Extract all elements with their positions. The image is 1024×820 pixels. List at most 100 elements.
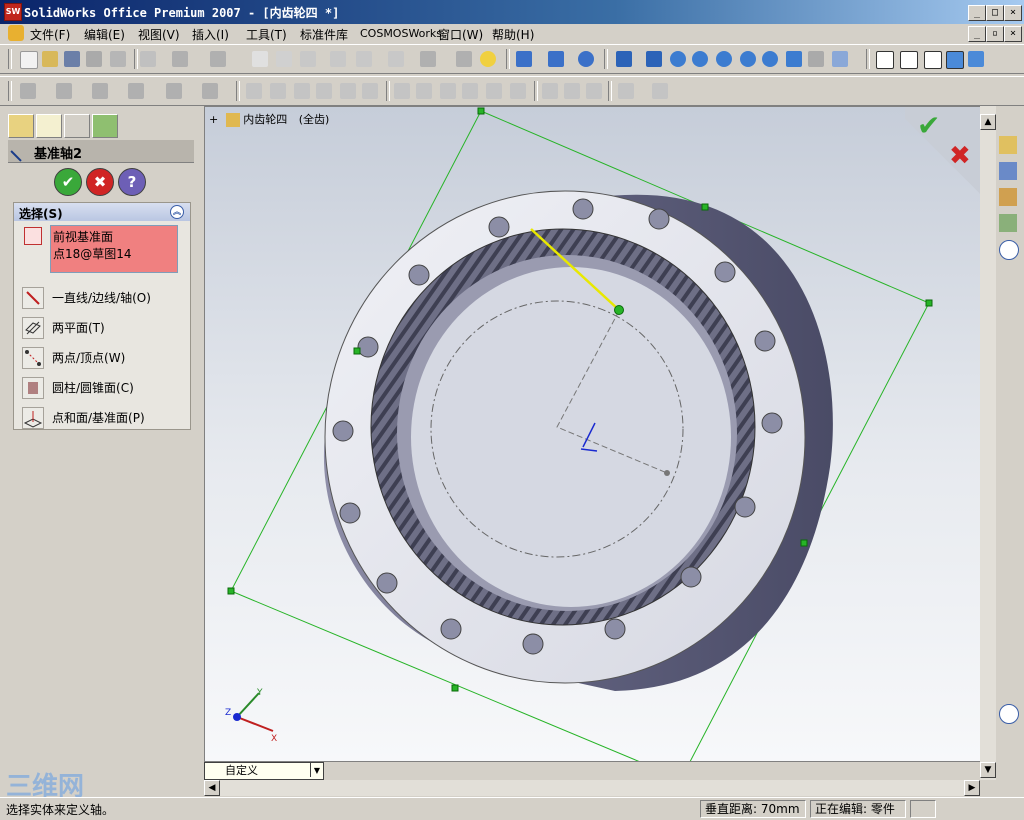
standard-views-icon[interactable] <box>832 51 848 67</box>
menu-help[interactable]: 帮助(H) <box>492 26 534 43</box>
smart-dimension-icon[interactable] <box>56 83 72 99</box>
zoom-to-selection-icon[interactable] <box>740 51 756 67</box>
pan-icon[interactable] <box>786 51 802 67</box>
menu-tools[interactable]: 工具(T) <box>246 26 287 43</box>
selection-item[interactable]: 前视基准面 <box>53 228 175 245</box>
option-point-face[interactable]: 点和面/基准面(P) <box>22 405 188 429</box>
collapse-pane-icon[interactable] <box>999 704 1019 724</box>
view-orientation-icon[interactable] <box>616 51 632 67</box>
selected-sketch-point[interactable] <box>614 305 624 315</box>
cut-extrude-icon[interactable] <box>270 83 286 99</box>
print-icon[interactable] <box>86 51 102 67</box>
doc-close-button[interactable]: × <box>1004 26 1022 42</box>
scroll-down-icon[interactable]: ▼ <box>980 762 996 778</box>
new-icon[interactable] <box>20 51 38 69</box>
revolve-icon[interactable] <box>128 83 144 99</box>
menu-view[interactable]: 视图(V) <box>138 26 180 43</box>
design-library-icon[interactable] <box>999 162 1017 180</box>
sweep-icon[interactable] <box>294 83 310 99</box>
mirror-icon[interactable] <box>510 83 526 99</box>
expand-pane-icon[interactable] <box>999 240 1019 260</box>
section-properties-icon[interactable] <box>578 51 594 67</box>
shaded-icon[interactable] <box>968 51 984 67</box>
cut-icon[interactable] <box>140 51 156 67</box>
menu-file[interactable]: 文件(F) <box>30 26 70 43</box>
move-copy-icon[interactable] <box>618 83 634 99</box>
sketch-icon[interactable] <box>20 83 36 99</box>
toolbox-icon[interactable] <box>388 51 404 67</box>
chamfer-icon[interactable] <box>362 83 378 99</box>
scroll-up-icon[interactable]: ▲ <box>980 114 996 130</box>
option-cylinder-cone[interactable]: 圆柱/圆锥面(C) <box>22 375 188 399</box>
save-icon[interactable] <box>64 51 80 67</box>
cancel-button[interactable]: ✖ <box>86 168 114 196</box>
assembly-icon[interactable] <box>456 51 472 67</box>
rebuild-icon[interactable] <box>300 51 316 67</box>
option-two-planes[interactable]: 两平面(T) <box>22 315 188 339</box>
selections-group-header[interactable]: 选择(S) ︽ <box>14 203 190 221</box>
open-icon[interactable] <box>42 51 58 67</box>
hidden-lines-visible-icon[interactable] <box>900 51 918 69</box>
scroll-left-icon[interactable]: ◀ <box>204 780 220 796</box>
panel-splitter[interactable] <box>196 430 202 450</box>
option-two-points[interactable]: 两点/顶点(W) <box>22 345 188 369</box>
graphics-area[interactable]: + 内齿轮四 (全齿) ✔ ✖ Y X Z <box>204 106 982 762</box>
hole-icon[interactable] <box>462 83 478 99</box>
sketch-point[interactable] <box>664 470 670 476</box>
view-orientation-dropdown[interactable]: 自定义 ▼ <box>204 762 324 780</box>
shaded-with-edges-icon[interactable] <box>946 51 964 69</box>
selection-item[interactable]: 点18@草图14 <box>53 245 175 262</box>
select-arrow-icon[interactable] <box>252 51 268 67</box>
rib-icon[interactable] <box>440 83 456 99</box>
redo-icon[interactable] <box>210 51 226 67</box>
rotate-icon[interactable] <box>762 51 778 67</box>
zoom-to-fit-icon[interactable] <box>670 51 686 67</box>
extrude-icon[interactable] <box>92 83 108 99</box>
menu-cosmosworks[interactable]: COSMOSWorks <box>360 27 442 40</box>
dome-icon[interactable] <box>486 83 502 99</box>
property-manager-tab[interactable] <box>36 114 62 138</box>
close-button[interactable]: × <box>1004 5 1022 21</box>
zoom-icon[interactable] <box>808 51 824 67</box>
confirm-cancel-icon[interactable]: ✖ <box>949 141 971 171</box>
ok-button[interactable]: ✔ <box>54 168 82 196</box>
menu-insert[interactable]: 插入(I) <box>192 26 229 43</box>
document-icon[interactable] <box>8 25 24 41</box>
help-button[interactable]: ? <box>118 168 146 196</box>
configuration-manager-tab[interactable] <box>64 114 90 138</box>
shell-icon[interactable] <box>394 83 410 99</box>
undo-icon[interactable] <box>172 51 188 67</box>
horizontal-scrollbar[interactable]: ◀ ▶ <box>204 780 980 796</box>
scroll-right-icon[interactable]: ▶ <box>964 780 980 796</box>
collapse-icon[interactable]: ︽ <box>170 205 184 219</box>
doc-minimize-button[interactable]: _ <box>968 26 986 42</box>
options-icon[interactable] <box>330 51 346 67</box>
print-preview-icon[interactable] <box>110 51 126 67</box>
mass-properties-icon[interactable] <box>548 51 564 67</box>
part-icon[interactable] <box>420 51 436 67</box>
wireframe-icon[interactable] <box>876 51 894 69</box>
file-explorer-icon[interactable] <box>999 188 1017 206</box>
draft-icon[interactable] <box>416 83 432 99</box>
selection-list[interactable]: 前视基准面 点18@草图14 <box>50 225 178 273</box>
reference-geometry-icon[interactable] <box>166 83 182 99</box>
cosmos-manager-tab[interactable] <box>92 114 118 138</box>
curve-pattern-icon[interactable] <box>586 83 602 99</box>
zoom-in-out-icon[interactable] <box>716 51 732 67</box>
minimize-button[interactable]: _ <box>968 5 986 21</box>
circular-pattern-icon[interactable] <box>564 83 580 99</box>
dropdown-arrow-icon[interactable]: ▼ <box>310 763 323 777</box>
layout-icon[interactable] <box>356 51 372 67</box>
linear-pattern-icon[interactable] <box>542 83 558 99</box>
previous-view-icon[interactable] <box>646 51 662 67</box>
menu-edit[interactable]: 编辑(E) <box>84 26 125 43</box>
doc-restore-button[interactable]: ▫ <box>986 26 1004 42</box>
measure-icon[interactable] <box>516 51 532 67</box>
maximize-button[interactable]: □ <box>986 5 1004 21</box>
option-line-edge-axis[interactable]: 一直线/边线/轴(O) <box>22 285 188 309</box>
fillet-icon[interactable] <box>340 83 356 99</box>
menu-window[interactable]: 窗口(W) <box>438 26 483 43</box>
curves-icon[interactable] <box>202 83 218 99</box>
vertical-scrollbar[interactable]: ▲ ▼ <box>980 106 996 780</box>
loft-icon[interactable] <box>316 83 332 99</box>
